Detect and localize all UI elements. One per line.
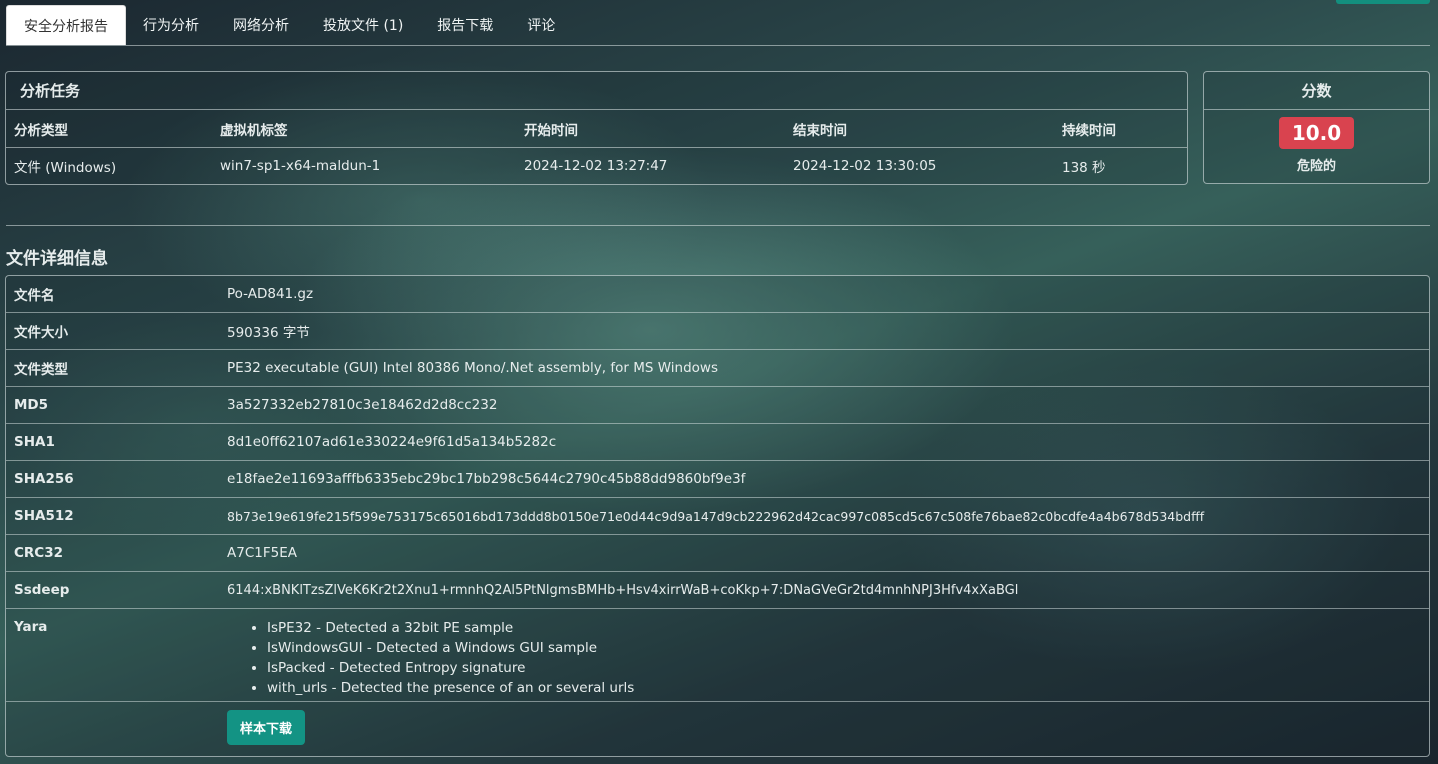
- detail-row-sha1: SHA1 8d1e0ff62107ad61e330224e9f61d5a134b…: [6, 424, 1429, 461]
- table-row: 文件 (Windows) win7-sp1-x64-maldun-1 2024-…: [6, 148, 1187, 185]
- detail-key: Yara: [14, 619, 48, 635]
- detail-value: PE32 executable (GUI) Intel 80386 Mono/.…: [227, 360, 718, 376]
- detail-key: SHA256: [14, 471, 74, 487]
- detail-key: CRC32: [14, 545, 63, 561]
- detail-row-filename: 文件名 Po-AD841.gz: [6, 276, 1429, 313]
- header-start-time: 开始时间: [516, 110, 785, 148]
- detail-row-sha512: SHA512 8b73e19e619fe215f599e753175c65016…: [6, 498, 1429, 535]
- analysis-task-title: 分析任务: [6, 72, 1187, 110]
- detail-value: e18fae2e11693afffb6335ebc29bc17bb298c564…: [227, 471, 746, 487]
- detail-value: A7C1F5EA: [227, 545, 297, 561]
- tab-security-report[interactable]: 安全分析报告: [6, 5, 126, 45]
- yara-item: IsPacked - Detected Entropy signature: [267, 658, 634, 678]
- score-badge: 10.0: [1278, 117, 1355, 149]
- yara-item: IsPE32 - Detected a 32bit PE sample: [267, 618, 634, 638]
- report-tabs: 安全分析报告 行为分析 网络分析 投放文件 (1) 报告下载 评论: [6, 5, 1430, 46]
- detail-row-filetype: 文件类型 PE32 executable (GUI) Intel 80386 M…: [6, 350, 1429, 387]
- detail-key: 文件大小: [14, 325, 68, 341]
- tab-report-download[interactable]: 报告下载: [420, 5, 510, 45]
- detail-value: 6144:xBNKlTzsZlVeK6Kr2t2Xnu1+rmnhQ2Al5Pt…: [227, 582, 1019, 598]
- start-time-value: 2024-12-02 13:27:47: [524, 158, 668, 174]
- detail-value: Po-AD841.gz: [227, 286, 314, 302]
- detail-key: 文件类型: [14, 362, 68, 378]
- detail-row-filesize: 文件大小 590336 字节: [6, 313, 1429, 350]
- detail-value: 3a527332eb27810c3e18462d2d8cc232: [227, 397, 498, 413]
- file-details-title: 文件详细信息: [6, 249, 108, 269]
- header-end-time: 结束时间: [785, 110, 1054, 148]
- detail-key: 文件名: [14, 288, 55, 304]
- detail-row-ssdeep: Ssdeep 6144:xBNKlTzsZlVeK6Kr2t2Xnu1+rmnh…: [6, 572, 1429, 609]
- detail-row-crc32: CRC32 A7C1F5EA: [6, 535, 1429, 572]
- yara-item: IsWindowsGUI - Detected a Windows GUI sa…: [267, 638, 634, 658]
- detail-key: MD5: [14, 397, 49, 413]
- yara-list: IsPE32 - Detected a 32bit PE sample IsWi…: [227, 618, 634, 698]
- detail-value: 8b73e19e619fe215f599e753175c65016bd173dd…: [227, 508, 1205, 524]
- tab-dropped-files[interactable]: 投放文件 (1): [306, 5, 420, 45]
- analysis-type-value: 文件 (Windows): [14, 160, 117, 176]
- file-details-panel: 文件名 Po-AD841.gz 文件大小 590336 字节 文件类型 PE32…: [5, 275, 1430, 757]
- yara-item: with_urls - Detected the presence of an …: [267, 678, 634, 698]
- detail-row-sha256: SHA256 e18fae2e11693afffb6335ebc29bc17bb…: [6, 461, 1429, 498]
- detail-value: 590336 字节: [227, 325, 310, 341]
- score-panel: 分数 10.0 危险的: [1203, 71, 1430, 184]
- detail-key: SHA512: [14, 508, 74, 524]
- score-label: 危险的: [1296, 159, 1336, 174]
- tab-comments[interactable]: 评论: [510, 5, 572, 45]
- detail-key: Ssdeep: [14, 582, 70, 598]
- score-title: 分数: [1204, 72, 1429, 110]
- detail-row-md5: MD5 3a527332eb27810c3e18462d2d8cc232: [6, 387, 1429, 424]
- tab-network-analysis[interactable]: 网络分析: [216, 5, 306, 45]
- header-analysis-type: 分析类型: [6, 110, 212, 148]
- duration-value: 138 秒: [1062, 160, 1106, 176]
- sample-download-button[interactable]: 样本下载: [227, 710, 306, 745]
- detail-row-yara: Yara IsPE32 - Detected a 32bit PE sample…: [6, 609, 1429, 702]
- section-divider: [6, 225, 1430, 226]
- header-vm-label: 虚拟机标签: [212, 110, 516, 148]
- header-duration: 持续时间: [1054, 110, 1187, 148]
- vm-label-value: win7-sp1-x64-maldun-1: [220, 158, 381, 174]
- download-row: 样本下载: [6, 702, 1429, 745]
- detail-value: 8d1e0ff62107ad61e330224e9f61d5a134b5282c: [227, 434, 557, 450]
- end-time-value: 2024-12-02 13:30:05: [793, 158, 937, 174]
- analysis-task-panel: 分析任务 分析类型 虚拟机标签 开始时间 结束时间 持续时间 文件 (Windo…: [5, 71, 1188, 185]
- tab-behavior-analysis[interactable]: 行为分析: [126, 5, 216, 45]
- analysis-task-table: 分析类型 虚拟机标签 开始时间 结束时间 持续时间 文件 (Windows) w…: [6, 110, 1187, 184]
- top-right-button[interactable]: [1336, 0, 1430, 4]
- detail-key: SHA1: [14, 434, 55, 450]
